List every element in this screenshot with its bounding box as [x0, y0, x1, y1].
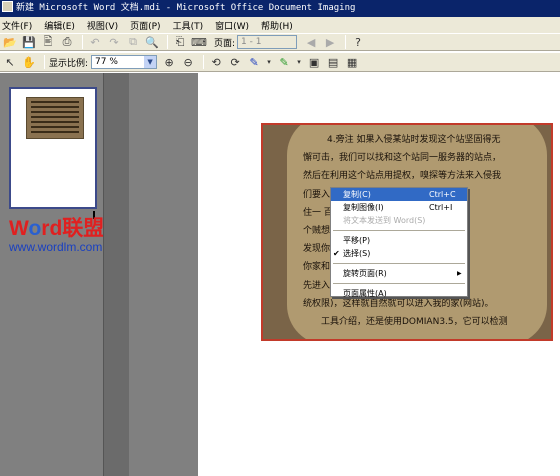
- open-icon[interactable]: 📂: [2, 34, 18, 50]
- standard-toolbar: 📂 💾 🖹 ⎙ ↶ ↷ ⧉ 🔍 ⎗ ⌨ 页面: 1 - 1 ◀ ▶ ?: [0, 33, 560, 51]
- toolbar-separator: [203, 55, 205, 69]
- toolbar-separator: [44, 55, 45, 69]
- redo-icon[interactable]: ↷: [106, 34, 122, 50]
- toolbar-separator: [167, 35, 168, 49]
- context-menu-pan[interactable]: 平移(P): [331, 234, 467, 247]
- print-preview-icon[interactable]: 🖹: [40, 34, 56, 50]
- thumbnail-pane: [0, 73, 103, 476]
- zoom-in-icon[interactable]: ⊕: [161, 54, 177, 70]
- dropdown-arrow-icon[interactable]: ▾: [265, 54, 273, 70]
- menu-page[interactable]: 页面(P): [130, 19, 160, 32]
- menu-separator: [333, 283, 465, 284]
- watermark-logo: Word联盟 www.wordlm.com: [9, 217, 105, 255]
- zoom-select[interactable]: 77 % ▼: [91, 55, 158, 69]
- menu-view[interactable]: 视图(V): [87, 19, 118, 32]
- context-menu-page-properties[interactable]: 页面属性(A): [331, 287, 467, 300]
- scan-icon[interactable]: ⎗: [172, 34, 188, 50]
- menu-separator: [333, 263, 465, 264]
- zoom-value: 77 %: [95, 57, 118, 67]
- rotate-left-icon[interactable]: ⟲: [208, 54, 224, 70]
- menu-window[interactable]: 窗口(W): [215, 19, 249, 32]
- page-thumbnail[interactable]: [9, 87, 97, 209]
- pane-splitter[interactable]: [103, 73, 129, 476]
- zoom-label: 显示比例:: [49, 58, 89, 69]
- pen-icon[interactable]: ✎: [246, 54, 262, 70]
- window-title: 新建 Microsoft Word 文档.mdi - Microsoft Off…: [16, 3, 356, 13]
- menu-help[interactable]: 帮助(H): [261, 19, 293, 32]
- insert-picture-icon[interactable]: ▣: [306, 54, 322, 70]
- highlighter-icon[interactable]: ✎: [276, 54, 292, 70]
- context-menu-send-to-word[interactable]: 将文本发送到 Word(S): [331, 214, 467, 227]
- next-page-icon[interactable]: ▶: [322, 34, 338, 50]
- note-icon[interactable]: ▦: [344, 54, 360, 70]
- page-navigator: 页面: 1 - 1: [214, 35, 298, 49]
- page-number-field[interactable]: 1 - 1: [237, 35, 298, 49]
- select-arrow-icon[interactable]: ↖: [2, 54, 18, 70]
- dropdown-arrow-icon[interactable]: ▾: [295, 54, 303, 70]
- context-menu: 复制(C) Ctrl+C 复制图像(I) Ctrl+I 将文本发送到 Word(S)…: [330, 187, 468, 300]
- watermark-url: www.wordlm.com: [9, 240, 103, 254]
- menu-edit[interactable]: 编辑(E): [44, 19, 75, 32]
- menu-tools[interactable]: 工具(T): [173, 19, 204, 32]
- find-icon[interactable]: 🔍: [144, 34, 160, 50]
- context-menu-rotate-page[interactable]: 旋转页面(R) ▶: [331, 267, 467, 280]
- menu-bar: 文件(F) 编辑(E) 视图(V) 页面(P) 工具(T) 窗口(W) 帮助(H…: [0, 17, 560, 33]
- submenu-arrow-icon: ▶: [457, 270, 462, 277]
- zoom-out-icon[interactable]: ⊖: [180, 54, 196, 70]
- menu-separator: [333, 230, 465, 231]
- copy-icon[interactable]: ⧉: [125, 34, 141, 50]
- toolbar-separator: [82, 35, 83, 49]
- recognize-text-icon[interactable]: ⌨: [191, 34, 207, 50]
- help-icon[interactable]: ?: [350, 34, 366, 50]
- page-label: 页面:: [214, 38, 236, 49]
- annotation-icon[interactable]: ▤: [325, 54, 341, 70]
- context-menu-copy-image[interactable]: 复制图像(I) Ctrl+I: [331, 201, 467, 214]
- main-pane-margin: [129, 73, 198, 476]
- app-icon: [2, 1, 13, 12]
- pan-hand-icon[interactable]: ✋: [21, 54, 37, 70]
- check-icon: ✔: [333, 249, 340, 258]
- title-bar: 新建 Microsoft Word 文档.mdi - Microsoft Off…: [0, 0, 560, 17]
- thumbnail-image: [26, 97, 84, 139]
- menu-file[interactable]: 文件(F): [2, 19, 32, 32]
- rotate-right-icon[interactable]: ⟳: [227, 54, 243, 70]
- context-menu-select[interactable]: ✔ 选择(S): [331, 247, 467, 260]
- previous-page-icon[interactable]: ◀: [303, 34, 319, 50]
- context-menu-copy[interactable]: 复制(C) Ctrl+C: [331, 188, 467, 201]
- toolbar-separator: [345, 35, 347, 49]
- print-icon[interactable]: ⎙: [59, 34, 75, 50]
- view-toolbar: ↖ ✋ 显示比例: 77 % ▼ ⊕ ⊖ ⟲ ⟳ ✎ ▾ ✎ ▾ ▣ ▤ ▦: [0, 52, 560, 72]
- undo-icon[interactable]: ↶: [87, 34, 103, 50]
- save-icon[interactable]: 💾: [21, 34, 37, 50]
- chevron-down-icon[interactable]: ▼: [144, 56, 157, 68]
